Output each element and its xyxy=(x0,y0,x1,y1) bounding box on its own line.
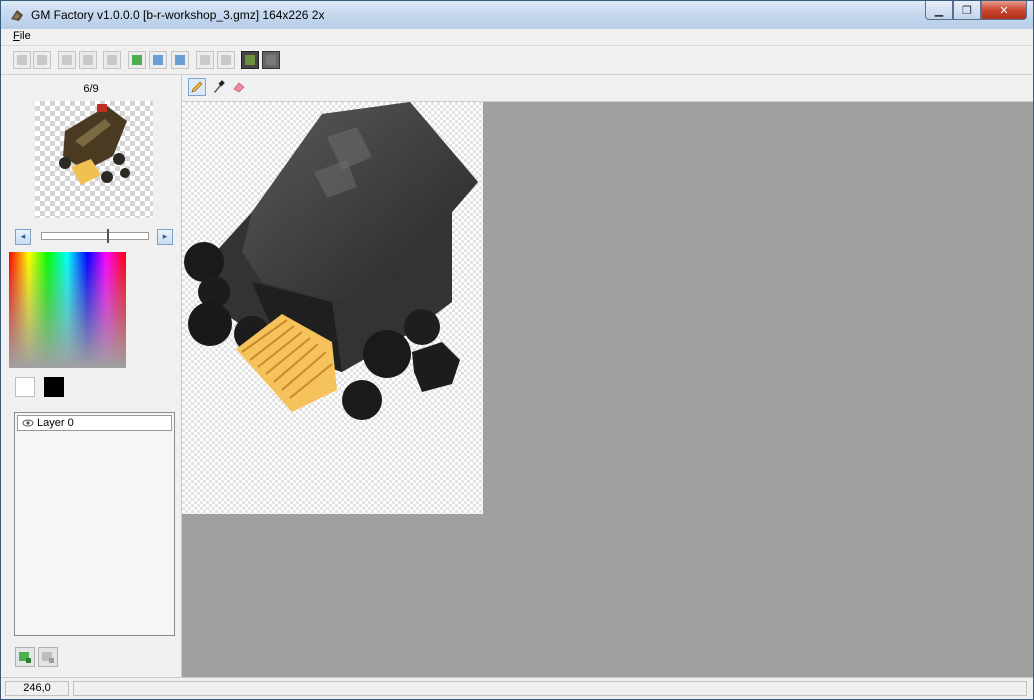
eraser-icon xyxy=(233,82,245,93)
close-button[interactable]: ✕ xyxy=(981,1,1027,20)
save-as-icon xyxy=(83,55,93,65)
window-controls: ▁ ❐ ✕ xyxy=(925,1,1027,21)
delete-layer-icon xyxy=(42,652,54,663)
export-icon xyxy=(221,55,231,65)
menu-file-label: ile xyxy=(19,30,31,42)
add-layer-button[interactable] xyxy=(15,647,35,667)
blank-icon xyxy=(107,55,117,65)
menu-file-mnemonic: F xyxy=(13,30,20,42)
export-button[interactable] xyxy=(217,51,235,69)
left-panel: 6/9 ◂ ▸ Layer 0 xyxy=(1,75,182,677)
cursor-coordinates: 246,0 xyxy=(5,681,69,696)
open-button[interactable] xyxy=(33,51,51,69)
layer-row[interactable]: Layer 0 xyxy=(17,415,172,431)
zoom-in-icon xyxy=(153,55,163,65)
main-toolbar xyxy=(1,46,1033,75)
green-view-icon xyxy=(245,55,255,65)
blank-button[interactable] xyxy=(103,51,121,69)
open-icon xyxy=(37,55,47,65)
new-icon xyxy=(17,55,27,65)
prev-frame-button[interactable]: ◂ xyxy=(15,229,31,245)
import-button[interactable] xyxy=(196,51,214,69)
draw-toolbar xyxy=(182,75,1033,102)
frame-navigator: ◂ ▸ xyxy=(15,229,177,247)
app-icon xyxy=(11,10,23,21)
zoom-out-icon xyxy=(175,55,185,65)
zoom-in-button[interactable] xyxy=(149,51,167,69)
menu-file[interactable]: File xyxy=(13,30,31,42)
editor-area xyxy=(182,75,1033,677)
menu-bar: File xyxy=(1,29,1033,46)
save-button[interactable] xyxy=(58,51,76,69)
gray-view-button[interactable] xyxy=(262,51,280,69)
add-layer-icon xyxy=(19,652,31,663)
fit-icon xyxy=(132,55,142,65)
pencil-tool-button[interactable] xyxy=(188,78,206,96)
save-icon xyxy=(62,55,72,65)
layer-label: Layer 0 xyxy=(37,417,74,429)
import-icon xyxy=(200,55,210,65)
eraser-tool-button[interactable] xyxy=(230,78,248,96)
eyedropper-icon xyxy=(214,80,225,93)
green-view-button[interactable] xyxy=(241,51,259,69)
restore-button[interactable]: ❐ xyxy=(953,1,981,20)
color-palette[interactable] xyxy=(9,252,126,368)
save-as-button[interactable] xyxy=(79,51,97,69)
drawing-canvas[interactable] xyxy=(182,102,483,514)
minimize-button[interactable]: ▁ xyxy=(925,1,953,20)
frame-thumbnail[interactable] xyxy=(35,101,153,218)
status-bar: 246,0 xyxy=(1,677,1033,699)
layers-list: Layer 0 xyxy=(14,412,175,636)
title-bar[interactable]: GM Factory v1.0.0.0 [b-r-workshop_3.gmz]… xyxy=(1,1,1033,29)
fit-button[interactable] xyxy=(128,51,146,69)
zoom-out-button[interactable] xyxy=(171,51,189,69)
background-color-swatch[interactable] xyxy=(44,377,64,397)
gray-view-icon xyxy=(266,55,276,65)
app-window: GM Factory v1.0.0.0 [b-r-workshop_3.gmz]… xyxy=(0,0,1034,700)
status-message-area xyxy=(73,681,1027,696)
foreground-color-swatch[interactable] xyxy=(15,377,35,397)
sprite-image xyxy=(184,102,478,420)
next-frame-button[interactable]: ▸ xyxy=(157,229,173,245)
eye-icon[interactable] xyxy=(22,417,34,429)
pencil-icon xyxy=(191,81,203,93)
delete-layer-button[interactable] xyxy=(38,647,58,667)
new-button[interactable] xyxy=(13,51,31,69)
eyedropper-tool-button[interactable] xyxy=(209,78,227,96)
window-title: GM Factory v1.0.0.0 [b-r-workshop_3.gmz]… xyxy=(31,8,325,22)
frame-counter: 6/9 xyxy=(83,83,99,95)
frame-slider[interactable] xyxy=(41,229,149,243)
frame-slider-handle[interactable] xyxy=(107,229,109,243)
thumbnail-image xyxy=(59,104,130,185)
